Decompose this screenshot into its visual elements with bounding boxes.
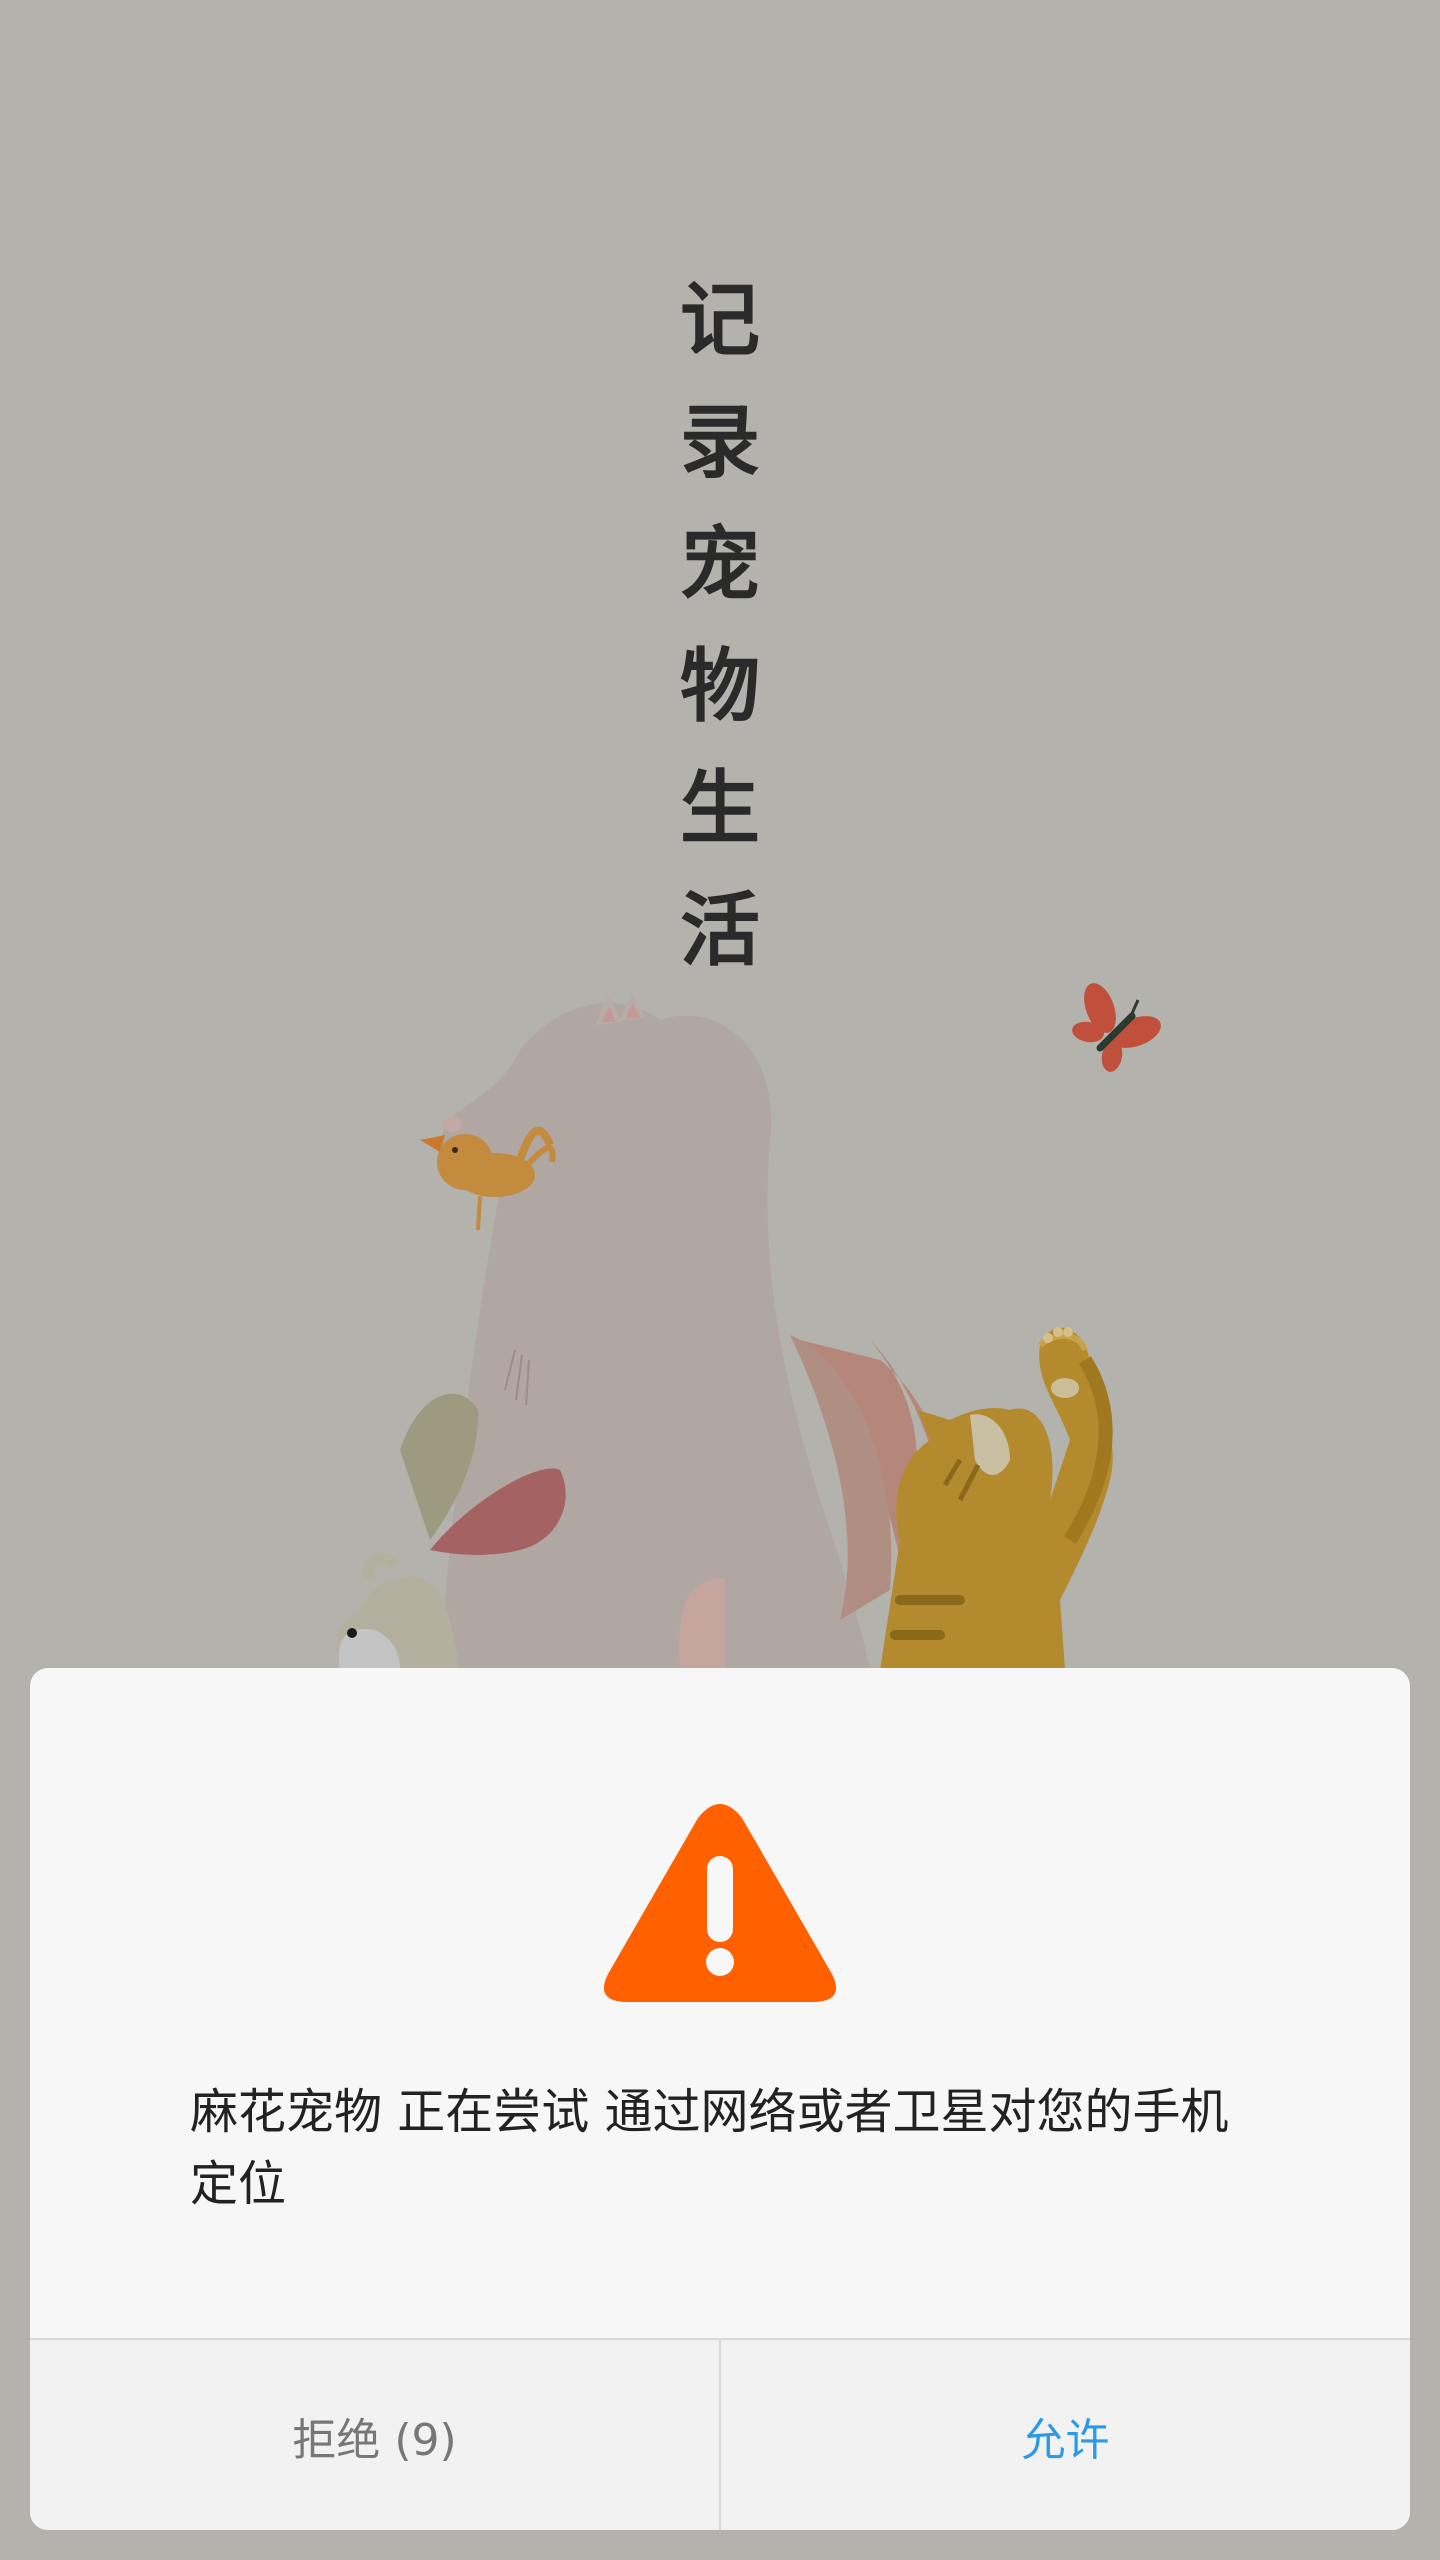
- splash-tagline: 记 录 宠 物 生 活: [660, 260, 780, 992]
- tagline-char: 物: [680, 640, 760, 733]
- allow-button[interactable]: 允许: [721, 2340, 1410, 2530]
- tagline-char: 记: [680, 274, 760, 367]
- location-permission-dialog: 麻花宠物 正在尝试 通过网络或者卫星对您的手机定位 拒绝 (9) 允许: [30, 1668, 1410, 2530]
- pets-illustration: [336, 992, 1113, 1670]
- dialog-actions: 拒绝 (9) 允许: [30, 2338, 1410, 2530]
- warning-icon: [603, 1804, 837, 2002]
- tagline-char: 录: [680, 396, 760, 489]
- tagline-char: 宠: [680, 518, 760, 611]
- deny-button[interactable]: 拒绝 (9): [30, 2340, 721, 2530]
- tagline-char: 生: [680, 762, 760, 855]
- permission-message: 麻花宠物 正在尝试 通过网络或者卫星对您的手机定位: [190, 2084, 1229, 2212]
